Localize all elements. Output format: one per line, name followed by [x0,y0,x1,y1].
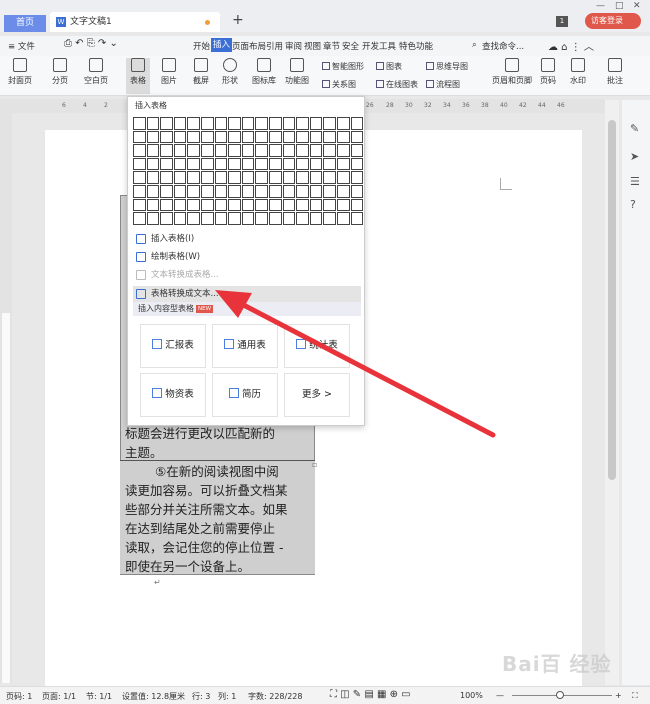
vertical-scrollbar[interactable] [605,100,619,685]
status-setting: 设置值: 12.8厘米 [122,692,186,701]
status-words[interactable]: 字数: 228/228 [248,691,302,702]
pen-icon[interactable]: ✎ [630,122,639,135]
zoom-out-icon[interactable]: — [496,691,504,700]
status-pages: 页面: 1/1 [42,692,77,701]
arrow-shaft [229,296,496,438]
zoom-slider-thumb[interactable] [556,691,564,699]
status-col: 列: 1 [218,692,237,701]
zoom-in-icon[interactable]: + [615,691,622,700]
fit-icon[interactable]: ⛶ [632,691,638,701]
status-section: 节: 1/1 [86,692,113,701]
cursor-icon[interactable]: ➤ [630,150,639,163]
status-page: 页码: 1 [6,692,33,701]
help-icon[interactable]: ? [630,198,636,211]
status-row: 行: 3 [192,692,211,701]
baidu-watermark: Bai百 经验 [502,652,612,676]
settings-sliders-icon[interactable]: ☰ [630,175,640,188]
zoom-level[interactable]: 100% [460,691,483,700]
scrollbar-thumb[interactable] [608,120,616,480]
view-mode-icons[interactable]: ⛶ ◫ ✎ ▤ ▦ ⊕ ▭ [330,689,411,700]
right-side-panel: ✎ ➤ ☰ ? [622,100,650,685]
status-bar: 页码: 1 页面: 1/1 节: 1/1 设置值: 12.8厘米 行: 3 列:… [0,686,650,704]
annotation-arrow [215,290,496,438]
